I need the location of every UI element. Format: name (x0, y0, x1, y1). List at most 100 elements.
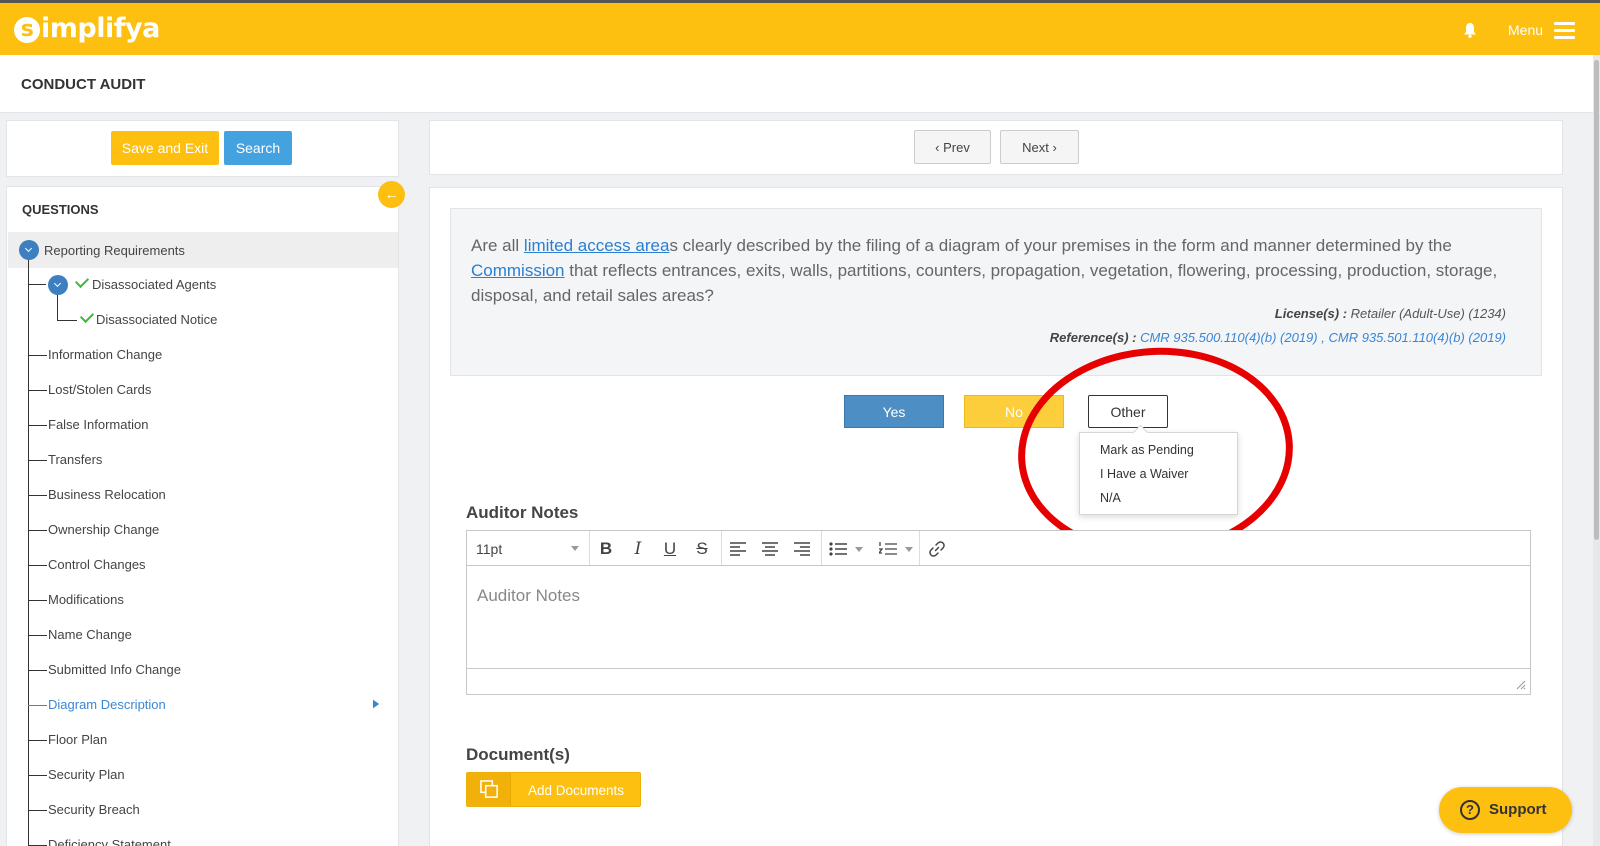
expand-root-icon[interactable] (19, 240, 39, 260)
auditor-notes-editor: 11pt B I U S Auditor Notes (466, 530, 1531, 695)
tree-item[interactable]: Security Breach (48, 802, 140, 817)
tree-item[interactable]: Floor Plan (48, 732, 107, 747)
tree-item-reporting-requirements[interactable]: Reporting Requirements (44, 243, 185, 258)
tree-item[interactable]: Submitted Info Change (48, 662, 181, 677)
no-button[interactable]: No (964, 395, 1064, 428)
tree-item[interactable]: Information Change (48, 347, 162, 362)
tree-item[interactable]: Modifications (48, 592, 124, 607)
tree-item-diagram-description[interactable]: Diagram Description (48, 697, 166, 712)
tree-item[interactable]: Name Change (48, 627, 132, 642)
navigation-panel (429, 120, 1563, 175)
auditor-notes-label: Auditor Notes (466, 503, 579, 522)
tree-line (28, 565, 47, 566)
caret-right-icon (373, 699, 380, 709)
tree-line (28, 390, 47, 391)
tree-line (28, 705, 47, 706)
questions-heading: QUESTIONS (22, 202, 99, 217)
toolbar-divider (721, 531, 722, 565)
menu-item-na[interactable]: N/A (1100, 491, 1121, 505)
align-center-icon[interactable] (762, 542, 778, 556)
other-dropdown-menu: Mark as Pending I Have a Waiver N/A (1079, 432, 1238, 515)
tree-line (28, 635, 47, 636)
commission-link[interactable]: Commission (471, 261, 565, 280)
bell-icon[interactable] (1463, 22, 1477, 38)
tree-line (28, 355, 47, 356)
tree-line (28, 284, 46, 285)
tree-item-disassociated-notice[interactable]: Disassociated Notice (96, 312, 217, 327)
tree-line (28, 600, 47, 601)
tree-item[interactable]: Ownership Change (48, 522, 159, 537)
question-circle-icon: ? (1460, 800, 1480, 820)
questions-panel: QUESTIONS Reporting Requirements Disasso… (6, 186, 399, 846)
tree-item-disassociated-agents[interactable]: Disassociated Agents (92, 277, 216, 292)
expand-child-icon[interactable] (48, 275, 68, 295)
tree-item[interactable]: Security Plan (48, 767, 125, 782)
italic-icon[interactable]: I (627, 538, 649, 560)
font-size-select[interactable]: 11pt (467, 531, 590, 565)
numbered-list-icon[interactable] (879, 542, 897, 556)
page-title: CONDUCT AUDIT (21, 76, 146, 93)
tree-item[interactable]: False Information (48, 417, 148, 432)
tree-item[interactable]: Transfers (48, 452, 102, 467)
check-icon (79, 308, 95, 324)
resize-handle-icon[interactable] (1516, 680, 1526, 690)
editor-toolbar: 11pt B I U S (467, 531, 1530, 566)
tree-line (28, 495, 47, 496)
copy-icon (467, 773, 511, 806)
limited-access-area-link[interactable]: limited access area (524, 236, 670, 255)
chevron-down-icon[interactable] (855, 547, 863, 552)
toolbar-divider (821, 531, 822, 565)
tree-line (28, 740, 47, 741)
align-left-icon[interactable] (730, 542, 746, 556)
tree-line (28, 460, 47, 461)
tree-line (28, 775, 47, 776)
hamburger-icon[interactable] (1554, 22, 1575, 39)
tree-item[interactable]: Control Changes (48, 557, 146, 572)
documents-label: Document(s) (466, 745, 570, 764)
collapse-sidebar-icon[interactable]: ← (378, 181, 405, 208)
tree-line (28, 425, 47, 426)
tree-line (28, 257, 29, 846)
link-icon[interactable] (929, 541, 945, 557)
chevron-down-icon (571, 546, 579, 551)
tree-line (57, 293, 58, 321)
question-box: Are all limited access areas clearly des… (450, 208, 1542, 376)
tree-line (28, 530, 47, 531)
toolbar-divider (919, 531, 920, 565)
reference-line: Reference(s) : CMR 935.500.110(4)(b) (20… (1049, 330, 1506, 345)
check-icon (74, 273, 90, 289)
top-bar: s implifya Menu (0, 0, 1600, 55)
tree-item[interactable]: Deficiency Statement (48, 837, 171, 846)
next-button[interactable]: Next › (1000, 130, 1079, 164)
bullet-list-icon[interactable] (829, 542, 847, 556)
menu-item-mark-as-pending[interactable]: Mark as Pending (1100, 443, 1194, 457)
title-bar: CONDUCT AUDIT (0, 55, 1593, 113)
support-button[interactable]: ? Support (1439, 787, 1572, 833)
page-scrollbar-thumb[interactable] (1594, 60, 1599, 540)
yes-button[interactable]: Yes (844, 395, 944, 428)
strikethrough-icon[interactable]: S (691, 538, 713, 560)
search-button[interactable]: Search (224, 131, 292, 165)
prev-button[interactable]: ‹ Prev (914, 130, 991, 164)
bold-icon[interactable]: B (595, 538, 617, 560)
underline-icon[interactable]: U (659, 538, 681, 560)
reference-link[interactable]: CMR 935.500.110(4)(b) (2019) (1140, 330, 1318, 345)
other-button[interactable]: Other (1088, 395, 1168, 428)
add-documents-button[interactable]: Add Documents (466, 772, 641, 807)
menu-item-i-have-a-waiver[interactable]: I Have a Waiver (1100, 467, 1188, 481)
left-actions-panel: Save and Exit Search (6, 120, 399, 177)
auditor-notes-input[interactable]: Auditor Notes (477, 586, 580, 606)
simplifya-logo[interactable]: s implifya (14, 13, 160, 44)
tree-line (28, 670, 47, 671)
tree-item[interactable]: Business Relocation (48, 487, 166, 502)
question-text: Are all limited access areas clearly des… (471, 236, 1498, 305)
chevron-down-icon[interactable] (905, 547, 913, 552)
menu-label[interactable]: Menu (1508, 22, 1543, 38)
tree-item[interactable]: Lost/Stolen Cards (48, 382, 151, 397)
save-and-exit-button[interactable]: Save and Exit (111, 131, 219, 165)
align-right-icon[interactable] (794, 542, 810, 556)
editor-status-bar (467, 668, 1530, 694)
tree-line (57, 320, 77, 321)
reference-link[interactable]: CMR 935.501.110(4)(b) (2019) (1328, 330, 1506, 345)
tree-line (28, 810, 47, 811)
